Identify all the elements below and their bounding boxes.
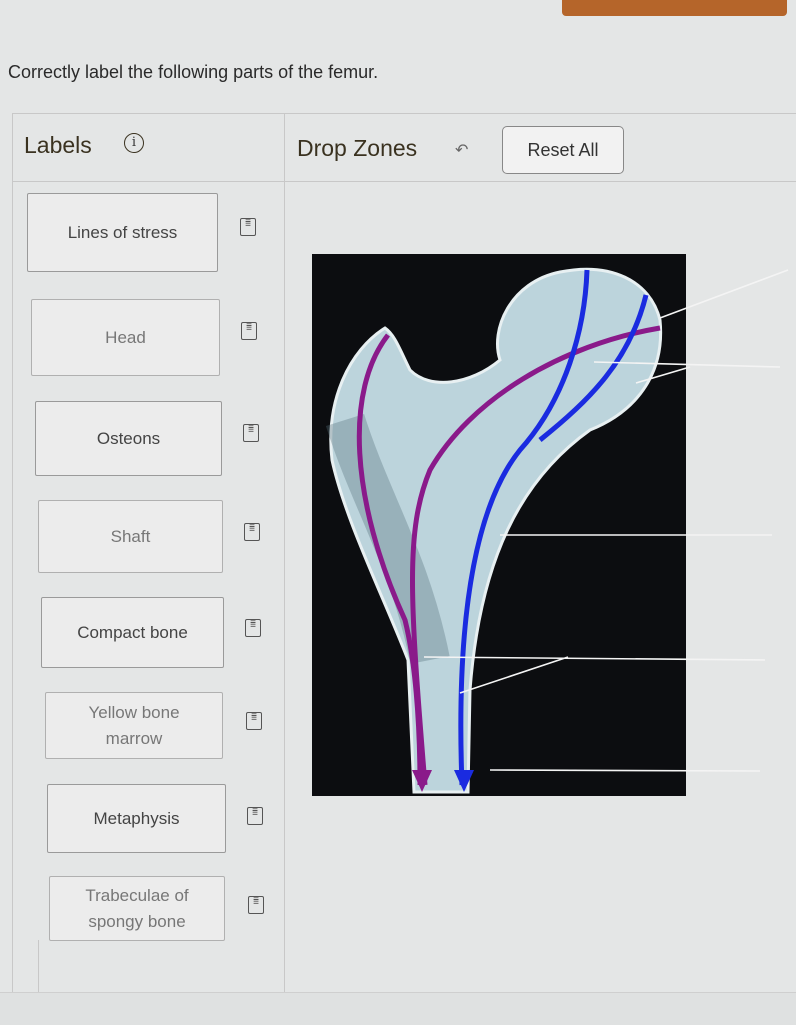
leader-line [489, 769, 761, 772]
footer-bar [0, 992, 796, 1025]
femur-diagram [312, 254, 789, 796]
